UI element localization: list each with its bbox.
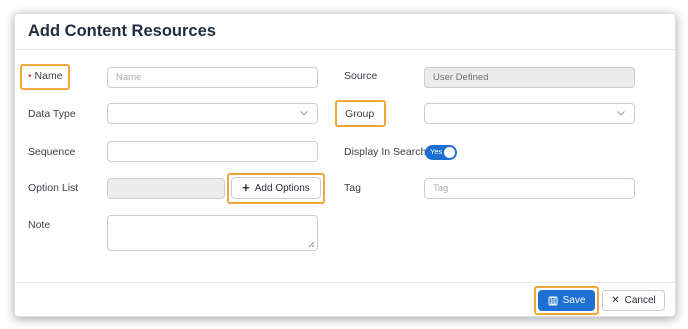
group-select[interactable] bbox=[424, 103, 635, 124]
tag-input[interactable]: Tag bbox=[424, 178, 635, 199]
sequence-input[interactable] bbox=[107, 141, 318, 162]
header-divider bbox=[15, 49, 675, 50]
save-icon bbox=[548, 296, 558, 305]
plus-icon: + bbox=[242, 180, 250, 195]
source-input: User Defined bbox=[424, 67, 635, 88]
add-options-button[interactable]: + Add Options bbox=[231, 177, 321, 199]
chevron-down-icon bbox=[617, 111, 625, 116]
name-input[interactable]: Name bbox=[107, 67, 318, 88]
name-label-text: Name bbox=[34, 70, 63, 82]
save-button[interactable]: Save bbox=[538, 290, 595, 311]
group-label: Group bbox=[345, 108, 375, 120]
option-list-label: Option List bbox=[28, 182, 79, 194]
tag-label: Tag bbox=[344, 182, 361, 194]
source-label: Source bbox=[344, 70, 378, 82]
name-input-placeholder: Name bbox=[116, 72, 142, 83]
add-content-resources-dialog: Add Content Resources • Name Name Data Ty… bbox=[14, 13, 676, 317]
footer-divider bbox=[15, 282, 675, 283]
toggle-knob bbox=[444, 147, 455, 158]
toggle-yes-text: Yes bbox=[430, 147, 443, 156]
sequence-label: Sequence bbox=[28, 146, 76, 158]
data-type-label: Data Type bbox=[28, 108, 76, 120]
dialog-title: Add Content Resources bbox=[28, 22, 216, 40]
close-icon: ✕ bbox=[611, 295, 620, 306]
cancel-label: Cancel bbox=[624, 295, 656, 306]
tag-input-placeholder: Tag bbox=[433, 183, 449, 194]
chevron-down-icon bbox=[300, 111, 308, 116]
note-label: Note bbox=[28, 219, 51, 231]
display-in-search-toggle[interactable]: Yes bbox=[425, 145, 457, 160]
note-textarea[interactable] bbox=[107, 215, 318, 251]
source-value: User Defined bbox=[433, 72, 489, 83]
option-list-input bbox=[107, 178, 225, 199]
add-options-label: Add Options bbox=[254, 182, 310, 194]
data-type-select[interactable] bbox=[107, 103, 318, 124]
display-in-search-label: Display In Search bbox=[344, 146, 427, 158]
name-label: • Name bbox=[28, 70, 63, 82]
cancel-button[interactable]: ✕ Cancel bbox=[602, 290, 665, 311]
required-marker: • bbox=[28, 71, 32, 82]
resize-grip-icon[interactable] bbox=[308, 241, 315, 248]
save-label: Save bbox=[562, 295, 586, 306]
